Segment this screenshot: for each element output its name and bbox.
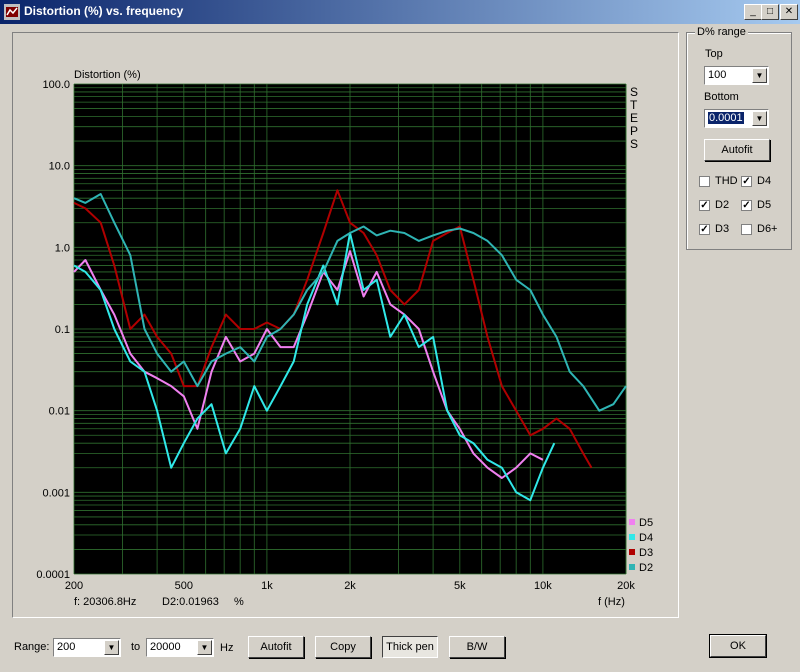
checkbox-label: D3 (715, 223, 730, 235)
x-tick-label: 5k (454, 580, 466, 592)
chevron-down-icon[interactable]: ▼ (104, 640, 119, 655)
checkbox-d5[interactable]: ✓ D5 (741, 199, 771, 211)
checkbox-empty-icon[interactable] (699, 175, 710, 187)
steps-letter: P (630, 124, 638, 138)
range-to-value: 20000 (150, 641, 181, 653)
y-axis-label: Distortion (%) (74, 69, 141, 81)
checkmark-icon[interactable]: ✓ (741, 175, 752, 187)
d-range-group: D% range Top 100 ▼ Bottom 0.0001 ▼ Autof… (686, 26, 792, 250)
bottom-label: Bottom (704, 91, 739, 103)
checkbox-label: D4 (757, 175, 772, 187)
checkbox-d2[interactable]: ✓ D2 (699, 199, 729, 211)
bottom-value: 0.0001 (708, 112, 744, 124)
x-tick-label: 20k (617, 580, 635, 592)
checkbox-d4[interactable]: ✓ D4 (741, 175, 771, 187)
autofit-button[interactable]: Autofit (248, 636, 304, 658)
chevron-down-icon[interactable]: ▼ (752, 111, 767, 126)
steps-letter: T (630, 98, 638, 112)
d-range-title: D% range (695, 26, 748, 38)
chevron-down-icon[interactable]: ▼ (197, 640, 212, 655)
chevron-down-icon[interactable]: ▼ (752, 68, 767, 83)
checkmark-icon[interactable]: ✓ (699, 199, 710, 211)
checkmark-icon[interactable]: ✓ (741, 199, 752, 211)
legend-label: D5 (639, 517, 653, 529)
legend-swatch-d2 (629, 564, 635, 570)
checkbox-label: D5 (757, 199, 772, 211)
legend-swatch-d4 (629, 534, 635, 540)
legend-label: D4 (639, 532, 653, 544)
checkbox-thd[interactable]: THD (699, 175, 738, 187)
checkmark-icon[interactable]: ✓ (699, 223, 710, 235)
close-button[interactable]: ✕ (780, 4, 798, 20)
y-tick-label: 10.0 (49, 161, 70, 173)
app-icon (4, 4, 20, 20)
legend-swatch-d3 (629, 549, 635, 555)
steps-letter: S (630, 85, 638, 99)
checkbox-d6-plus[interactable]: D6+ (741, 223, 778, 235)
grid (73, 83, 627, 575)
x-tick-label: 10k (534, 580, 552, 592)
thick-pen-button[interactable]: Thick pen (382, 636, 438, 658)
range-from-value: 200 (57, 641, 76, 653)
top-label: Top (705, 48, 723, 60)
window-title: Distortion (%) vs. frequency (24, 4, 184, 18)
y-tick-label: 100.0 (42, 79, 70, 91)
checkbox-label: D2 (715, 199, 730, 211)
range-label: Range: (14, 641, 50, 653)
bottom-select[interactable]: 0.0001 ▼ (704, 109, 769, 128)
x-tick-label: 500 (175, 580, 193, 592)
x-tick-label: 1k (261, 580, 273, 592)
range-from-select[interactable]: 200 ▼ (53, 638, 121, 657)
steps-letter: S (630, 137, 638, 151)
top-value: 100 (708, 69, 727, 81)
title-bar: Distortion (%) vs. frequency _ □ ✕ (0, 0, 800, 24)
x-tick-label: 200 (65, 580, 83, 592)
x-axis-label: f (Hz) (598, 596, 625, 608)
bw-button[interactable]: B/W (449, 636, 505, 658)
range-to-select[interactable]: 20000 ▼ (146, 638, 214, 657)
unit-readout: % (234, 596, 244, 608)
hz-label: Hz (220, 642, 234, 654)
checkbox-label: D6+ (757, 223, 778, 235)
range-autofit-button[interactable]: Autofit (704, 139, 770, 161)
steps-letter: E (630, 111, 638, 125)
distortion-chart: 100.010.01.00.10.010.0010.0001200 500 1k 2k… (36, 69, 653, 608)
x-tick-label: 2k (344, 580, 356, 592)
y-tick-label: 1.0 (55, 242, 70, 254)
top-select[interactable]: 100 ▼ (704, 66, 769, 85)
freq-readout: f: 20306.8Hz (74, 596, 136, 608)
ok-button[interactable]: OK (709, 634, 767, 658)
legend-label: D3 (639, 547, 653, 559)
legend-label: D2 (639, 562, 653, 574)
checkbox-d3[interactable]: ✓ D3 (699, 223, 729, 235)
checkbox-label: THD (715, 175, 738, 187)
legend-swatch-d5 (629, 519, 635, 525)
value-readout: D2:0.01963 (162, 596, 219, 608)
chart-panel: 100.0 10.0 1.0 0.1 0.01 0.001 0.0001 200 500 1k 2k… (12, 32, 679, 618)
maximize-button[interactable]: □ (761, 4, 779, 20)
y-tick-label: 0.001 (42, 487, 70, 499)
copy-button[interactable]: Copy (315, 636, 371, 658)
y-tick-label: 0.01 (49, 406, 70, 418)
checkbox-empty-icon[interactable] (741, 223, 752, 235)
y-tick-label: 0.1 (55, 324, 70, 336)
to-label: to (131, 641, 141, 653)
minimize-button[interactable]: _ (744, 4, 762, 20)
